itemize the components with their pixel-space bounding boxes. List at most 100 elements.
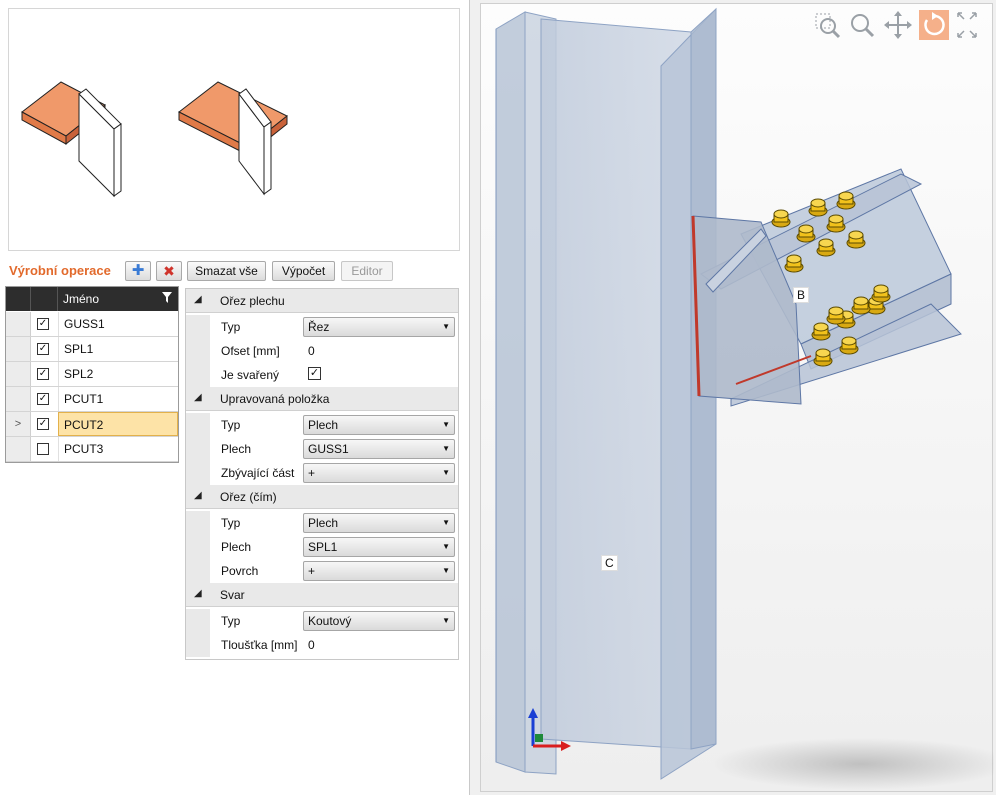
dropdown-value: Řez xyxy=(308,320,330,334)
row-indicator[interactable] xyxy=(6,312,31,336)
property-row: Typ Plech ▼ xyxy=(186,413,458,437)
row-name[interactable]: PCUT2 xyxy=(58,412,178,436)
row-gutter xyxy=(186,363,210,387)
row-checkbox[interactable]: ✓ xyxy=(37,318,49,330)
section-title: Svar xyxy=(220,588,245,602)
row-gutter xyxy=(186,511,210,535)
bolt[interactable] xyxy=(836,191,856,210)
property-section[interactable]: ◢ Svar xyxy=(186,583,458,607)
dropdown-value: Koutový xyxy=(308,614,352,628)
property-dropdown[interactable]: Koutový ▼ xyxy=(303,611,455,631)
dropdown-value: + xyxy=(308,564,316,578)
property-row: Zbývající část + ▼ xyxy=(186,461,458,485)
bolt[interactable] xyxy=(808,198,828,217)
bolt[interactable] xyxy=(839,336,859,355)
bolt[interactable] xyxy=(871,284,891,303)
collapse-triangle-icon[interactable]: ◢ xyxy=(194,490,202,501)
property-dropdown[interactable]: Plech ▼ xyxy=(303,513,455,533)
delete-operation-button[interactable]: ✖ xyxy=(156,261,182,281)
property-dropdown[interactable]: GUSS1 ▼ xyxy=(303,439,455,459)
collapse-triangle-icon[interactable]: ◢ xyxy=(194,392,202,403)
editor-button[interactable]: Editor xyxy=(341,261,393,281)
bolt[interactable] xyxy=(796,224,816,243)
bolt[interactable] xyxy=(846,230,866,249)
property-label: Tloušťka [mm] xyxy=(221,638,298,652)
property-label: Povrch xyxy=(221,564,259,578)
zoom-icon[interactable] xyxy=(847,10,877,40)
fullscreen-icon[interactable] xyxy=(955,10,979,40)
row-gutter xyxy=(186,413,210,437)
property-value[interactable]: 0 xyxy=(308,344,315,358)
row-gutter xyxy=(186,559,210,583)
collapse-triangle-icon[interactable]: ◢ xyxy=(194,294,202,305)
property-dropdown[interactable]: SPL1 ▼ xyxy=(303,537,455,557)
property-dropdown[interactable]: + ▼ xyxy=(303,463,455,483)
property-row: Tloušťka [mm] 0 xyxy=(186,633,458,657)
chevron-down-icon: ▼ xyxy=(442,420,450,429)
property-dropdown[interactable]: + ▼ xyxy=(303,561,455,581)
property-section[interactable]: ◢ Ořez (čím) xyxy=(186,485,458,509)
zoom-window-icon[interactable] xyxy=(812,10,842,40)
grid-header-name[interactable]: Jméno xyxy=(63,287,99,311)
row-indicator[interactable]: > xyxy=(6,412,31,436)
table-row[interactable]: ✓ SPL2 xyxy=(6,362,178,387)
viewport-3d[interactable]: B C xyxy=(480,3,996,793)
row-name[interactable]: PCUT1 xyxy=(58,387,178,411)
row-checkbox[interactable]: ✓ xyxy=(37,368,49,380)
rotate-icon[interactable] xyxy=(919,10,949,40)
property-row: Plech GUSS1 ▼ xyxy=(186,437,458,461)
property-checkbox[interactable]: ✓ xyxy=(308,367,321,380)
property-section[interactable]: ◢ Upravovaná položka xyxy=(186,387,458,411)
column-c[interactable] xyxy=(495,7,717,780)
row-name[interactable]: PCUT3 xyxy=(58,437,178,461)
row-gutter xyxy=(186,437,210,461)
bolt[interactable] xyxy=(771,209,791,228)
table-row[interactable]: ✓ SPL1 xyxy=(6,337,178,362)
row-checkbox[interactable]: ✓ xyxy=(37,418,49,430)
table-row[interactable]: PCUT3 xyxy=(6,437,178,462)
filter-icon[interactable] xyxy=(162,292,172,306)
bolt[interactable] xyxy=(826,306,846,325)
pan-icon[interactable] xyxy=(883,10,913,40)
row-indicator[interactable] xyxy=(6,337,31,361)
row-name[interactable]: SPL2 xyxy=(58,362,178,386)
bolt[interactable] xyxy=(826,214,846,233)
beam-b[interactable] xyxy=(691,168,962,407)
property-value[interactable]: 0 xyxy=(308,638,315,652)
property-dropdown[interactable]: Řez ▼ xyxy=(303,317,455,337)
property-label: Typ xyxy=(221,614,241,628)
row-name[interactable]: GUSS1 xyxy=(58,312,178,336)
row-checkbox[interactable]: ✓ xyxy=(37,393,49,405)
calculate-button[interactable]: Výpočet xyxy=(272,261,335,281)
bolt[interactable] xyxy=(813,348,833,367)
row-checkbox[interactable]: ✓ xyxy=(37,343,49,355)
property-dropdown[interactable]: Plech ▼ xyxy=(303,415,455,435)
section-title: Ořez plechu xyxy=(220,294,285,308)
bolt[interactable] xyxy=(816,238,836,257)
row-indicator[interactable] xyxy=(6,387,31,411)
row-indicator[interactable] xyxy=(6,362,31,386)
section-title: Ořez (čím) xyxy=(220,490,277,504)
grid-header-indicator xyxy=(6,287,31,311)
delete-all-button[interactable]: Smazat vše xyxy=(187,261,266,281)
bolt[interactable] xyxy=(784,254,804,273)
table-row[interactable]: ✓ GUSS1 xyxy=(6,312,178,337)
row-indicator[interactable] xyxy=(6,437,31,461)
table-row[interactable]: > ✓ PCUT2 xyxy=(6,412,178,437)
dropdown-value: Plech xyxy=(308,418,339,432)
collapse-triangle-icon[interactable]: ◢ xyxy=(194,588,202,599)
bolt[interactable] xyxy=(811,322,831,341)
row-gutter xyxy=(186,461,210,485)
operations-grid: Jméno ✓ GUSS1 ✓ SPL1 ✓ SPL2 ✓ PCUT1 > ✓ PCUT2 PCUT3 xyxy=(5,286,179,463)
table-row[interactable]: ✓ PCUT1 xyxy=(6,387,178,412)
row-name[interactable]: SPL1 xyxy=(58,337,178,361)
member-label-b[interactable]: B xyxy=(793,287,810,303)
connection-3d-model[interactable] xyxy=(481,4,996,793)
operations-title: Výrobní operace xyxy=(9,263,111,278)
member-label-c[interactable]: C xyxy=(601,555,618,571)
row-checkbox[interactable] xyxy=(37,443,49,455)
plus-icon: ✚ xyxy=(131,262,145,279)
property-section[interactable]: ◢ Ořez plechu xyxy=(186,289,458,313)
add-operation-button[interactable]: ✚ xyxy=(125,261,151,281)
bolt[interactable] xyxy=(851,296,871,315)
